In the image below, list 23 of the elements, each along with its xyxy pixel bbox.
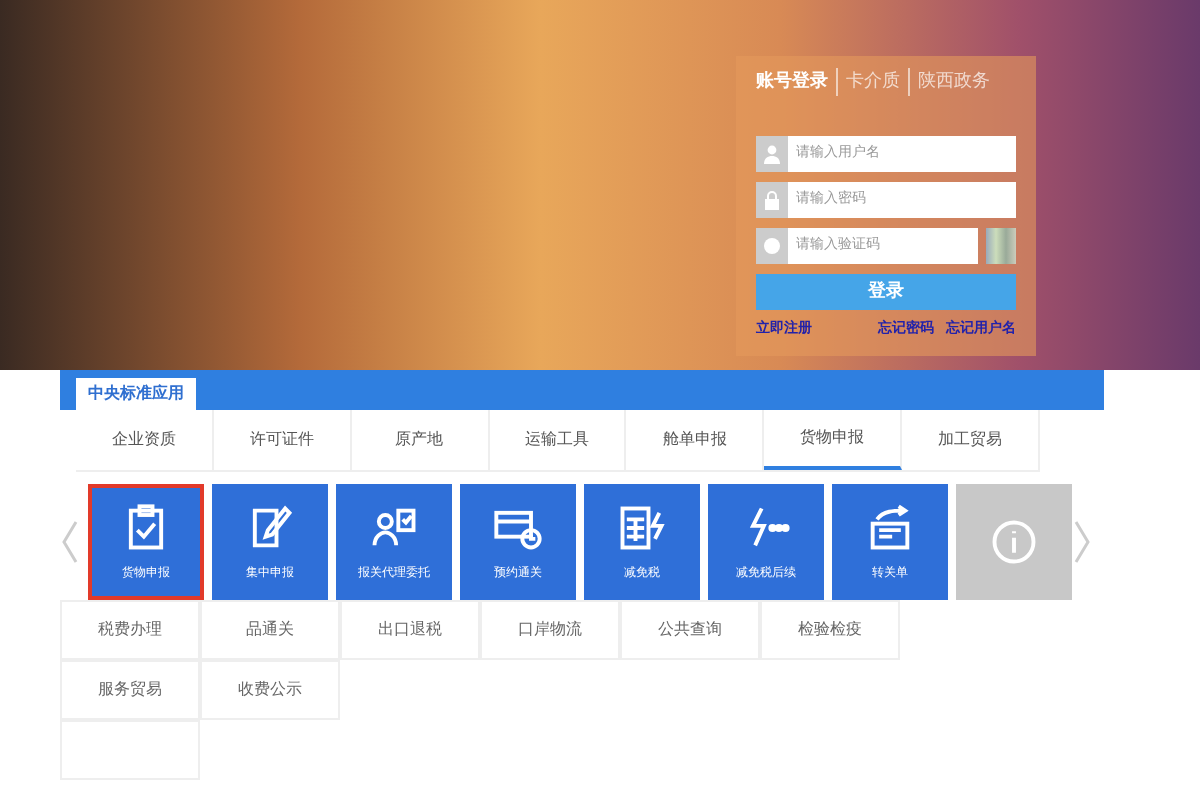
- info-icon: [988, 516, 1040, 568]
- captcha-image: [986, 227, 1016, 263]
- menu-cell[interactable]: 税费办理: [60, 600, 200, 660]
- category-tab[interactable]: 许可证件: [213, 410, 352, 470]
- menu-cell[interactable]: 公共查询: [620, 600, 760, 660]
- category-tab[interactable]: 运输工具: [489, 410, 627, 470]
- section-tab[interactable]: 中央标准应用: [76, 378, 196, 410]
- menu-cell[interactable]: 出口退税: [340, 600, 480, 660]
- category-tab[interactable]: 舱单申报: [626, 410, 765, 470]
- menu-cell[interactable]: 收费公示: [200, 660, 340, 720]
- user-icon: [762, 143, 782, 163]
- category-tab[interactable]: 加工贸易: [902, 410, 1041, 470]
- menu-cell[interactable]: 检验检疫: [760, 600, 900, 660]
- menu-cell[interactable]: 口岸物流: [480, 600, 620, 660]
- menu-cell[interactable]: 服务贸易: [60, 660, 200, 720]
- chevron-left-icon[interactable]: [60, 518, 80, 566]
- lock-icon: [762, 189, 782, 209]
- chevron-right-icon[interactable]: [1072, 518, 1092, 566]
- menu-cell[interactable]: 品通关: [200, 600, 340, 660]
- category-tab[interactable]: 原产地: [351, 410, 490, 470]
- category-tab[interactable]: 货物申报: [764, 410, 903, 470]
- category-tab[interactable]: 企业资质: [76, 410, 214, 470]
- calculator-icon: [616, 501, 668, 553]
